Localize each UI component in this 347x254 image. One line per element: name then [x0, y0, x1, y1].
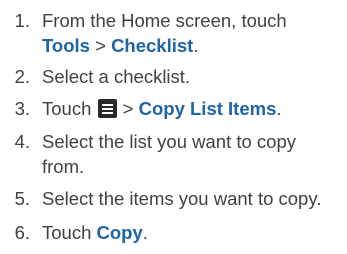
- keyword-copy: Copy: [96, 222, 143, 243]
- step-text: Touch > Copy List Items.: [42, 96, 282, 121]
- menu-icon: [97, 99, 117, 118]
- punctuation: .: [142, 222, 148, 243]
- step-number: 6.: [14, 222, 30, 243]
- step-text: From the Home screen, touch Tools > Chec…: [42, 8, 287, 58]
- step-text: Select a checklist.: [42, 66, 191, 87]
- keyword-tools: Tools: [42, 35, 90, 56]
- step-text: Select the list you want to copy from.: [42, 129, 296, 179]
- separator: >: [117, 98, 139, 119]
- step-number: 2.: [14, 66, 30, 87]
- step-number: 1.: [14, 10, 30, 31]
- step-text-line: from.: [42, 156, 85, 177]
- step-number: 3.: [14, 98, 30, 119]
- step-text-line: Select the list you want to copy: [42, 131, 296, 152]
- step-text-prefix: Touch: [42, 222, 97, 243]
- step-number: 4.: [14, 131, 30, 152]
- step-text: Select the items you want to copy.: [42, 188, 322, 209]
- step-number: 5.: [14, 188, 30, 209]
- keyword-copy-list-items: Copy List Items: [138, 98, 277, 119]
- step-text-prefix: Touch: [42, 98, 97, 119]
- punctuation: .: [276, 98, 282, 119]
- separator: >: [89, 35, 112, 56]
- step-text-line: From the Home screen, touch: [42, 10, 287, 31]
- punctuation: .: [193, 35, 199, 56]
- keyword-checklist: Checklist: [111, 35, 194, 56]
- step-text: Touch Copy.: [42, 220, 148, 245]
